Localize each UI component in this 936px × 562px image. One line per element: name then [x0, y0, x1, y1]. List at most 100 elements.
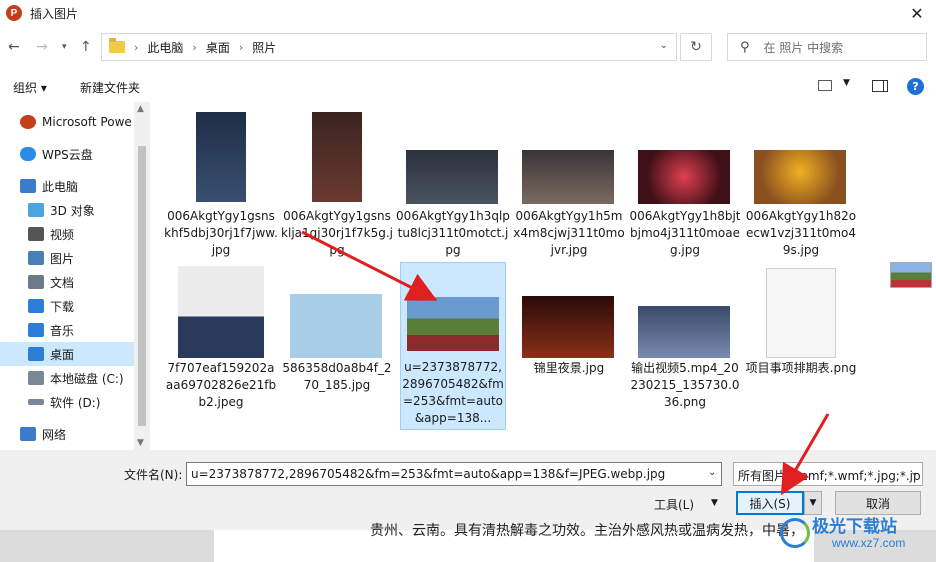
picture-icon: [28, 251, 44, 265]
computer-icon: [20, 179, 36, 193]
sidebar-item-this-pc[interactable]: 此电脑: [0, 174, 134, 198]
sidebar-item-label: 文档: [50, 275, 75, 290]
file-list: 006AkgtYgy1gsnskhf5dbj30rj1f7jww.jpg 006…: [152, 102, 868, 450]
download-arrow-icon: [28, 299, 44, 313]
file-item[interactable]: 7f707eaf159202aaa69702826e21fbb2.jpeg: [164, 264, 278, 424]
scroll-down-icon[interactable]: ▼: [137, 438, 144, 448]
file-thumbnail: [178, 266, 264, 358]
music-note-icon: [28, 323, 44, 337]
file-item[interactable]: 006AkgtYgy1h5mx4m8cjwj311t0mojvr.jpg: [512, 106, 626, 266]
sidebar-item-label: 下载: [50, 299, 75, 314]
scroll-up-icon[interactable]: ▲: [137, 104, 144, 114]
filename-field[interactable]: u=2373878772,2896705482&fm=253&fmt=auto&…: [186, 462, 722, 486]
chevron-right-icon[interactable]: ›: [239, 41, 243, 54]
view-mode-icon[interactable]: [818, 80, 832, 91]
preview-pane-icon[interactable]: [872, 80, 888, 92]
chevron-right-icon[interactable]: ›: [134, 41, 138, 54]
insert-picture-dialog: P 插入图片 ✕ ← → ▾ ↑ › 此电脑 › 桌面 › 照片 ⌄ ↻ ⚲ 在…: [0, 0, 936, 530]
file-item[interactable]: 项目事项排期表.png: [744, 264, 858, 424]
sidebar-item-pictures[interactable]: 图片: [0, 246, 134, 270]
sidebar-item-desktop[interactable]: 桌面: [0, 342, 134, 366]
help-icon[interactable]: ?: [907, 78, 924, 95]
recent-locations-chevron-icon[interactable]: ▾: [62, 42, 67, 52]
address-bar[interactable]: › 此电脑 › 桌面 › 照片 ⌄: [101, 33, 677, 61]
preview-thumbnail: [890, 262, 932, 288]
refresh-button[interactable]: ↻: [680, 33, 712, 61]
search-input[interactable]: ⚲ 在 照片 中搜索: [727, 33, 927, 61]
sidebar-item-documents[interactable]: 文档: [0, 270, 134, 294]
file-thumbnail: [766, 268, 836, 358]
file-name: 锦里夜景.jpg: [533, 361, 605, 375]
network-icon: [20, 427, 36, 441]
file-thumbnail: [522, 296, 614, 358]
breadcrumb-this-pc[interactable]: 此电脑: [147, 39, 183, 56]
sidebar-scrollbar[interactable]: ▲ ▼: [134, 102, 150, 450]
filetype-select[interactable]: 所有图片(*.emf;*.wmf;*.jpg;*.jp: [733, 462, 923, 486]
sidebar-item-videos[interactable]: 视频: [0, 222, 134, 246]
navigation-bar: ← → ▾ ↑ › 此电脑 › 桌面 › 照片 ⌄ ↻ ⚲ 在 照片 中搜索: [0, 33, 936, 63]
file-name: 586358d0a8b4f_270_185.jpg: [282, 361, 392, 392]
file-item[interactable]: 006AkgtYgy1gsnskhf5dbj30rj1f7jww.jpg: [164, 106, 278, 266]
file-thumbnail: [638, 306, 730, 358]
powerpoint-icon: [20, 115, 36, 129]
sidebar-item-label: 图片: [50, 251, 75, 266]
file-item-selected[interactable]: u=2373878772,2896705482&fm=253&fmt=auto&…: [400, 262, 506, 430]
breadcrumb-desktop[interactable]: 桌面: [206, 39, 230, 56]
powerpoint-icon: P: [6, 5, 22, 21]
watermark-url: www.xz7.com: [832, 536, 906, 550]
file-item[interactable]: 006AkgtYgy1h8bjtbjmo4j311t0moaeg.jpg: [628, 106, 742, 266]
up-arrow-icon[interactable]: ↑: [80, 39, 92, 55]
file-name: 项目事项排期表.png: [745, 361, 857, 375]
sidebar-item-music[interactable]: 音乐: [0, 318, 134, 342]
close-button[interactable]: ✕: [902, 0, 932, 26]
tools-menu[interactable]: 工具(L): [654, 496, 694, 513]
tools-chevron-down-icon[interactable]: ▼: [711, 498, 718, 508]
file-item[interactable]: 锦里夜景.jpg: [512, 264, 626, 424]
sidebar-item-label: 软件 (D:): [50, 395, 101, 410]
view-chevron-down-icon[interactable]: ▼: [843, 78, 850, 88]
watermark-title: 极光下载站: [812, 517, 897, 537]
watermark: 极光下载站 www.xz7.com: [776, 512, 932, 558]
command-bar: 组织 ▾ 新建文件夹 ▼ ?: [0, 74, 936, 98]
sidebar-item-local-disk-c[interactable]: 本地磁盘 (C:): [0, 366, 134, 390]
forward-arrow-icon[interactable]: →: [36, 39, 48, 55]
file-thumbnail: [407, 297, 499, 351]
file-thumbnail: [754, 150, 846, 204]
file-item[interactable]: 输出视频5.mp4_20230215_135730.036.png: [628, 264, 742, 424]
file-name: 006AkgtYgy1h5mx4m8cjwj311t0mojvr.jpg: [513, 209, 625, 257]
filetype-chevron-down-icon[interactable]: ⌄: [910, 467, 918, 478]
sidebar-item-label: 桌面: [50, 347, 75, 362]
file-item[interactable]: 006AkgtYgy1h3qlptu8lcj311t0motct.jpg: [396, 106, 510, 266]
new-folder-button[interactable]: 新建文件夹: [80, 79, 140, 96]
sidebar-item-label: 3D 对象: [50, 203, 95, 218]
file-item[interactable]: 006AkgtYgy1gsnsklja1gj30rj1f7k5g.jpg: [280, 106, 394, 266]
sidebar-item-wps-cloud[interactable]: WPS云盘: [0, 142, 134, 166]
file-name: 006AkgtYgy1h8bjtbjmo4j311t0moaeg.jpg: [629, 209, 741, 257]
sidebar-item-downloads[interactable]: 下载: [0, 294, 134, 318]
sidebar-item-software-d[interactable]: 软件 (D:): [0, 390, 134, 414]
organize-menu[interactable]: 组织 ▾: [13, 79, 47, 96]
sidebar-item-3d-objects[interactable]: 3D 对象: [0, 198, 134, 222]
file-thumbnail: [196, 112, 246, 202]
sidebar-item-microsoft-powerpoint[interactable]: Microsoft Powe: [0, 110, 134, 134]
sidebar-item-label: 视频: [50, 227, 75, 242]
back-arrow-icon[interactable]: ←: [8, 39, 20, 55]
drive-icon: [28, 371, 44, 385]
sidebar-item-label: WPS云盘: [42, 147, 93, 162]
sidebar-item-label: Microsoft Powe: [42, 115, 132, 129]
cube-icon: [28, 203, 44, 217]
filename-chevron-down-icon[interactable]: ⌄: [708, 467, 716, 478]
chevron-right-icon[interactable]: ›: [192, 41, 196, 54]
file-name: 006AkgtYgy1h3qlptu8lcj311t0motct.jpg: [396, 209, 510, 257]
file-name: u=2373878772,2896705482&fm=253&fmt=auto&…: [402, 360, 504, 425]
chevron-down-icon: ▼: [809, 498, 817, 508]
scrollbar-thumb[interactable]: [138, 146, 146, 426]
sidebar-item-network[interactable]: 网络: [0, 422, 134, 446]
folder-icon: [109, 38, 125, 53]
breadcrumb-photos[interactable]: 照片: [252, 39, 276, 56]
sidebar-item-label: 本地磁盘 (C:): [50, 371, 124, 386]
file-item[interactable]: 586358d0a8b4f_270_185.jpg: [280, 264, 394, 424]
file-name: 006AkgtYgy1gsnskhf5dbj30rj1f7jww.jpg: [164, 209, 278, 257]
file-item[interactable]: 006AkgtYgy1h82oecw1vzj311t0mo49s.jpg: [744, 106, 858, 266]
chevron-down-icon[interactable]: ⌄: [660, 40, 668, 51]
